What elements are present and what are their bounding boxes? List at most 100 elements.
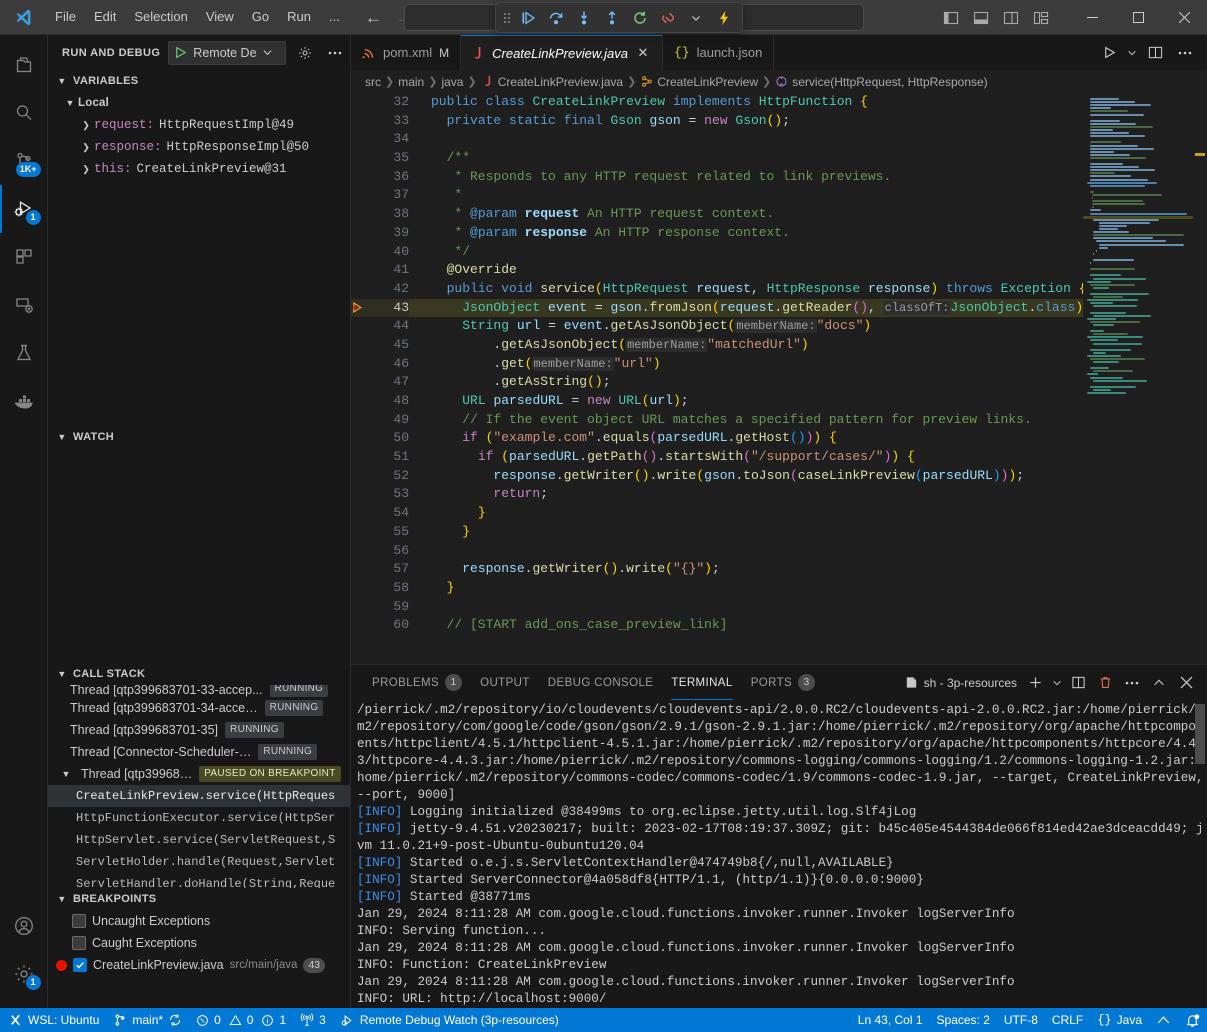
activitybar-item-source-control[interactable]: 1K+ <box>0 137 48 185</box>
call-stack-frame-row[interactable]: ServletHolder.handle(Request,Servlet <box>48 851 350 873</box>
breadcrumb-item[interactable]: service(HttpRequest, HttpResponse) <box>792 75 987 89</box>
code-line[interactable]: 54 } <box>351 504 1083 523</box>
call-stack-frame-row[interactable]: HttpServlet.service(ServletRequest,S <box>48 829 350 851</box>
breakpoints-section-header[interactable]: ▼ BREAKPOINTS <box>48 888 350 910</box>
back-arrow-icon[interactable]: ← <box>365 9 382 26</box>
variables-scope-local[interactable]: ▼ Local <box>48 92 350 114</box>
status-debug-session[interactable]: Remote Debug Watch (3p-resources) <box>333 1008 566 1032</box>
code-line[interactable]: 47 .getAsString(); <box>351 373 1083 392</box>
code-line[interactable]: 46 .get(memberName:"url") <box>351 355 1083 374</box>
code-line[interactable]: 42 public void service(HttpRequest reque… <box>351 280 1083 299</box>
step-over-button[interactable] <box>542 5 570 31</box>
run-button[interactable] <box>1095 39 1123 67</box>
activitybar-item-manage-settings[interactable]: 1 <box>0 950 48 998</box>
editor-more-actions-button[interactable] <box>1171 39 1199 67</box>
chevron-down-icon[interactable] <box>262 47 273 58</box>
status-encoding[interactable]: UTF-8 <box>997 1008 1045 1032</box>
open-launch-json-button[interactable] <box>294 41 316 65</box>
status-problems[interactable]: 0 0 1 <box>189 1008 293 1032</box>
menu-view[interactable]: View <box>197 5 243 29</box>
code-line[interactable]: 39 * @param response An HTTP response co… <box>351 224 1083 243</box>
menu-file[interactable]: File <box>46 5 85 29</box>
activitybar-item-search[interactable] <box>0 89 48 137</box>
current-execution-pointer-icon[interactable] <box>351 301 373 314</box>
watch-section-header[interactable]: ▼ WATCH <box>48 426 350 448</box>
code-line[interactable]: 40 */ <box>351 243 1083 262</box>
variable-row[interactable]: ❯ request: HttpRequestImpl@49 <box>48 114 350 136</box>
minimize-window-button[interactable] <box>1069 0 1115 35</box>
code-line[interactable]: 32public class CreateLinkPreview impleme… <box>351 93 1083 112</box>
status-remote-indicator[interactable]: WSL: Ubuntu <box>0 1008 106 1032</box>
drag-handle-icon[interactable] <box>500 10 514 26</box>
status-indentation[interactable]: Spaces: 2 <box>930 1008 997 1032</box>
overview-ruler[interactable] <box>1193 93 1207 664</box>
call-stack-thread-row[interactable]: Thread [qtp399683701-34-acce… RUNNING <box>48 697 350 719</box>
code-line[interactable]: 58 } <box>351 579 1083 598</box>
variable-row[interactable]: ❯ this: CreateLinkPreview@31 <box>48 158 350 180</box>
sidebar-more-actions-button[interactable] <box>324 41 346 65</box>
status-cursor-position[interactable]: Ln 43, Col 1 <box>851 1008 930 1032</box>
kill-terminal-button[interactable] <box>1092 670 1118 696</box>
code-line[interactable]: 34 <box>351 130 1083 149</box>
menu-selection[interactable]: Selection <box>125 5 196 29</box>
code-line[interactable]: 41 @Override <box>351 261 1083 280</box>
toggle-primary-sidebar-icon[interactable] <box>937 4 965 32</box>
menu-edit[interactable]: Edit <box>85 5 125 29</box>
status-ports[interactable]: 3 <box>293 1008 333 1032</box>
checkbox[interactable] <box>73 958 87 972</box>
code-line[interactable]: 44 String url = event.getAsJsonObject(me… <box>351 317 1083 336</box>
code-line[interactable]: 57 response.getWriter().write("{}"); <box>351 560 1083 579</box>
terminal-scrollbar[interactable] <box>1195 704 1205 764</box>
minimap[interactable] <box>1083 93 1193 664</box>
code-editor[interactable]: 32public class CreateLinkPreview impleme… <box>351 93 1207 664</box>
panel-tab-debug-console[interactable]: DEBUG CONSOLE <box>539 665 663 700</box>
panel-tab-ports[interactable]: PORTS 3 <box>742 665 824 700</box>
code-line[interactable]: 45 .getAsJsonObject(memberName:"matchedU… <box>351 336 1083 355</box>
activitybar-item-docker[interactable] <box>0 377 48 425</box>
menu-more[interactable]: ... <box>320 5 349 29</box>
code-line[interactable]: 50 if ("example.com".equals(parsedURL.ge… <box>351 429 1083 448</box>
sync-icon[interactable] <box>168 1013 182 1027</box>
status-eol[interactable]: CRLF <box>1045 1008 1090 1032</box>
activitybar-item-extensions[interactable] <box>0 233 48 281</box>
code-scroll-area[interactable]: 32public class CreateLinkPreview impleme… <box>351 93 1083 664</box>
breakpoint-row-file[interactable]: CreateLinkPreview.java src/main/java 43 <box>48 954 350 976</box>
split-editor-button[interactable] <box>1141 39 1169 67</box>
breakpoint-dot-icon[interactable] <box>56 960 67 971</box>
variable-row[interactable]: ❯ response: HttpResponseImpl@50 <box>48 136 350 158</box>
status-language-mode[interactable]: {} Java <box>1090 1008 1149 1032</box>
activitybar-item-remote-explorer[interactable] <box>0 281 48 329</box>
call-stack-thread-row[interactable]: Thread [Connector-Scheduler-… RUNNING <box>48 741 350 763</box>
checkbox[interactable] <box>72 936 86 950</box>
tab-pom-xml[interactable]: pom.xml M <box>351 35 461 70</box>
menu-run[interactable]: Run <box>278 5 320 29</box>
breakpoint-row-caught-exceptions[interactable]: Caught Exceptions <box>48 932 350 954</box>
status-notifications[interactable] <box>1178 1008 1207 1032</box>
close-icon[interactable]: ✕ <box>635 45 651 61</box>
code-line[interactable]: 37 * <box>351 186 1083 205</box>
tab-launch-json[interactable]: {} launch.json <box>663 35 774 70</box>
toggle-panel-icon[interactable] <box>967 4 995 32</box>
call-stack-list[interactable]: Thread [qtp399683701-33-accep... RUNNING… <box>48 685 350 888</box>
restart-button[interactable] <box>626 5 654 31</box>
checkbox[interactable] <box>72 914 86 928</box>
scrollbar-thumb[interactable] <box>1195 704 1205 764</box>
new-terminal-button[interactable] <box>1022 670 1048 696</box>
variables-section-header[interactable]: ▼ VARIABLES <box>48 70 350 92</box>
breadcrumb-item[interactable]: java <box>441 75 463 89</box>
code-line[interactable]: 53 return; <box>351 485 1083 504</box>
code-line[interactable]: 49 // If the event object URL matches a … <box>351 411 1083 430</box>
breadcrumb-item[interactable]: CreateLinkPreview.java <box>498 75 623 89</box>
code-line[interactable]: 56 <box>351 542 1083 561</box>
run-dropdown-icon[interactable] <box>1125 39 1139 67</box>
panel-tab-terminal[interactable]: TERMINAL <box>662 665 741 700</box>
disconnect-button[interactable] <box>654 5 682 31</box>
menu-go[interactable]: Go <box>243 5 278 29</box>
activitybar-item-testing[interactable] <box>0 329 48 377</box>
maximize-panel-button[interactable] <box>1146 670 1172 696</box>
call-stack-frame-row[interactable]: ServletHandler.doHandle(String,Reque <box>48 873 350 888</box>
tab-create-link-preview-java[interactable]: CreateLinkPreview.java ✕ <box>461 35 663 70</box>
activitybar-item-explorer[interactable] <box>0 41 48 89</box>
panel-more-actions-button[interactable] <box>1119 670 1145 696</box>
call-stack-thread-row[interactable]: Thread [qtp399683701-35] RUNNING <box>48 719 350 741</box>
